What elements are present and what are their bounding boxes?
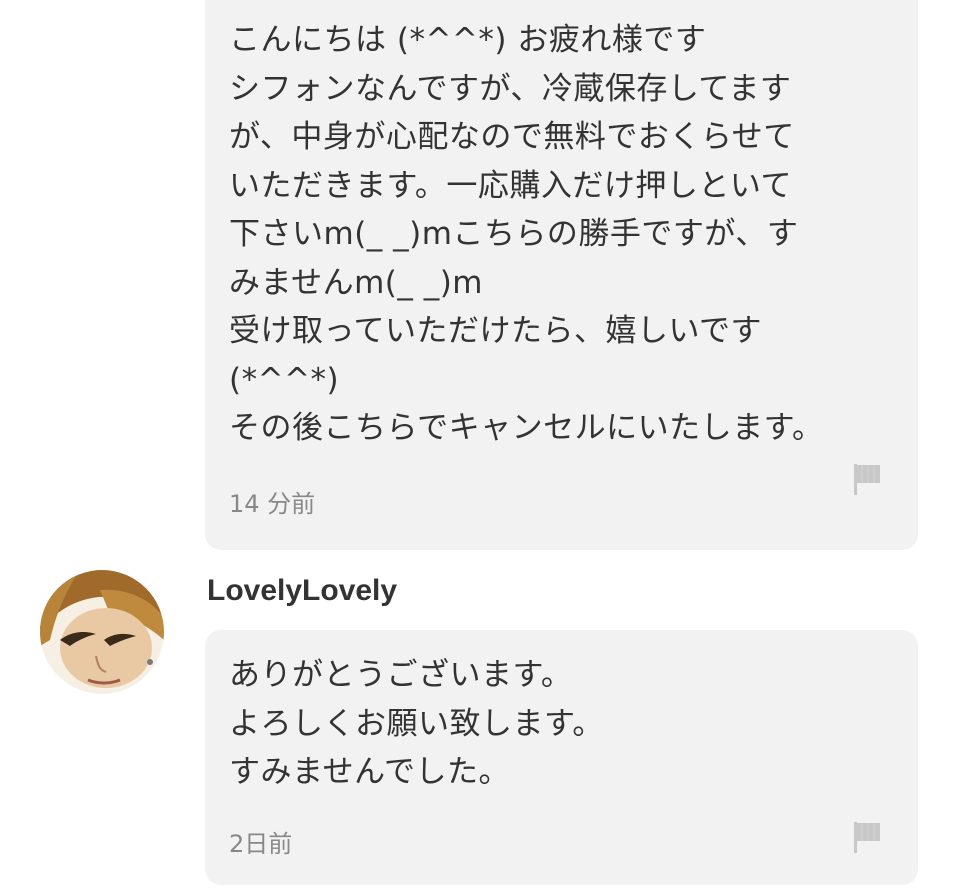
comment-line: すみませんでした。: [229, 754, 511, 790]
comment-line: よろしくお願い致します。: [229, 705, 604, 742]
username[interactable]: LovelyLovely: [207, 574, 397, 608]
flag-icon[interactable]: [852, 462, 882, 496]
comment-text: こんにちは (*^^*) お疲れ様です シフォンなんですが、冷蔵保存してます が…: [229, 16, 898, 453]
comment-timestamp: 2日前: [229, 830, 293, 858]
avatar[interactable]: [40, 570, 164, 694]
comment-line: ありがとうございます。: [229, 657, 573, 693]
comment-text: ありがとうございます。 よろしくお願い致します。 すみませんでした。: [229, 651, 898, 797]
flag-icon[interactable]: [852, 820, 882, 854]
comment-line: (*^^*): [229, 361, 340, 398]
comment-line: シフォンなんですが、冷蔵保存してます: [229, 70, 792, 107]
comment-timestamp: 14 分前: [229, 490, 316, 518]
comment-line: こんにちは (*^^*) お疲れ様です: [229, 22, 707, 58]
comment-line: 下さいm(_ _)mこちらの勝手ですが、す: [229, 216, 799, 252]
comment-bubble: ありがとうございます。 よろしくお願い致します。 すみませんでした。 2日前: [205, 630, 918, 885]
comment-line: その後こちらでキャンセルにいたします。: [229, 410, 824, 446]
comment-line: いただきます。一応購入だけ押しといて: [229, 167, 792, 204]
comment-line: みませんm(_ _)m: [229, 264, 484, 301]
comment-line: 受け取っていただけたら、嬉しいです: [229, 313, 763, 349]
comment-bubble: こんにちは (*^^*) お疲れ様です シフォンなんですが、冷蔵保存してます が…: [205, 0, 918, 550]
comment-line: が、中身が心配なので無料でおくらせて: [229, 119, 795, 155]
